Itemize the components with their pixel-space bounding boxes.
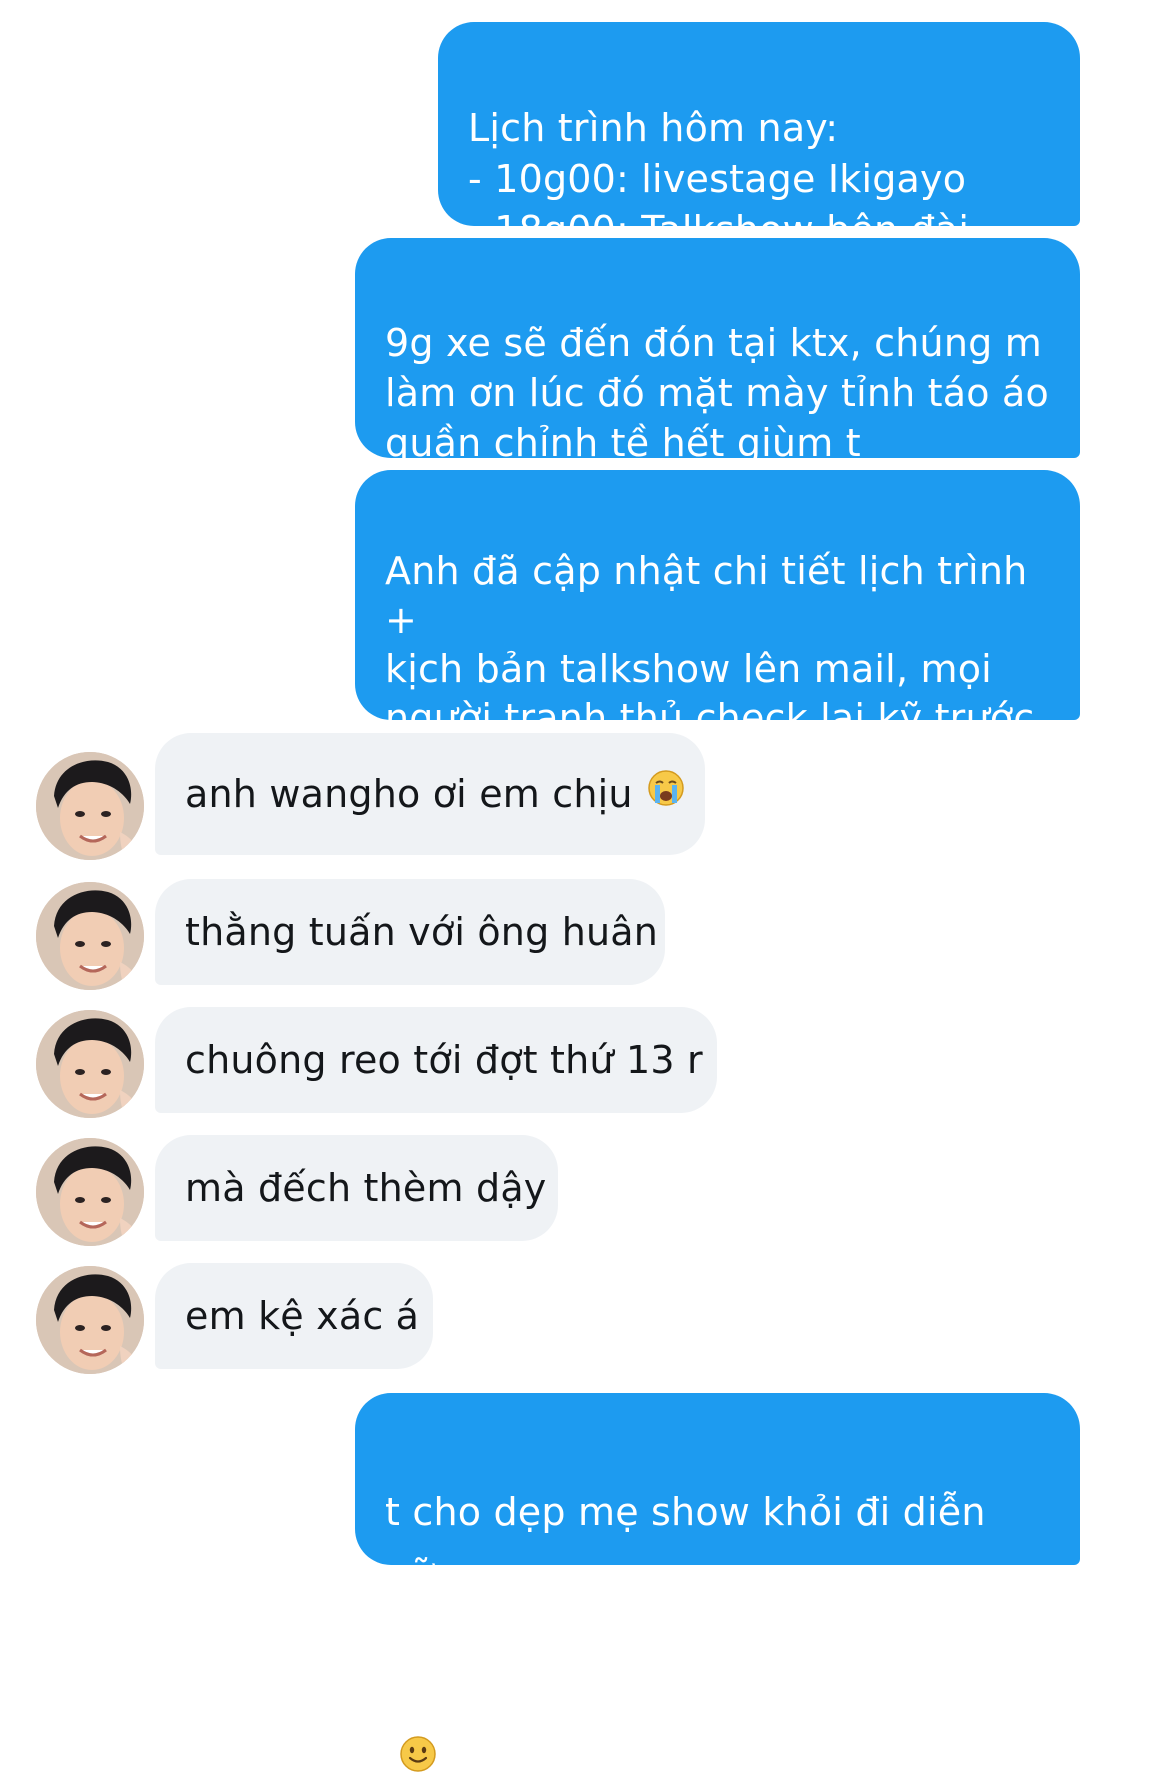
message-bubble-incoming[interactable]: chuông reo tới đợt thứ 13 r (155, 1007, 717, 1113)
message-bubble-outgoing[interactable]: Anh đã cập nhật chi tiết lịch trình + kị… (355, 470, 1080, 789)
message-bubble-incoming[interactable]: mà đếch thèm dậy (155, 1135, 558, 1241)
message-text: 9g xe sẽ đến đón tại ktx, chúng m làm ơn… (385, 321, 1049, 465)
message-bubble-outgoing[interactable]: t cho dẹp mẹ show khỏi đi diễn nữa mới c… (355, 1393, 1080, 1772)
avatar[interactable] (36, 1138, 144, 1246)
message-text: t cho dẹp mẹ show khỏi đi diễn nữa mới c… (385, 1490, 986, 1658)
slightly-smiling-face-emoji (399, 1667, 437, 1791)
avatar[interactable] (36, 752, 144, 860)
message-text: mà đếch thèm dậy (185, 1165, 547, 1210)
avatar[interactable] (36, 1010, 144, 1118)
message-bubble-outgoing[interactable]: 9g xe sẽ đến đón tại ktx, chúng m làm ơn… (355, 238, 1080, 557)
avatar[interactable] (36, 882, 144, 990)
avatar[interactable] (36, 1266, 144, 1374)
crying-face-emoji (647, 769, 685, 820)
message-text: anh wangho ơi em chịu (185, 771, 633, 816)
message-bubble-incoming[interactable]: em kệ xác á (155, 1263, 433, 1369)
message-text: thằng tuấn với ông huân (185, 909, 659, 954)
message-text: em kệ xác á (185, 1293, 420, 1338)
message-text: chuông reo tới đợt thứ 13 r (185, 1037, 703, 1082)
message-bubble-outgoing[interactable]: Lịch trình hôm nay: - 10g00: livestage I… (438, 22, 1080, 303)
message-bubble-incoming[interactable]: thằng tuấn với ông huân (155, 879, 665, 985)
message-bubble-incoming[interactable]: anh wangho ơi em chịu (155, 733, 705, 855)
